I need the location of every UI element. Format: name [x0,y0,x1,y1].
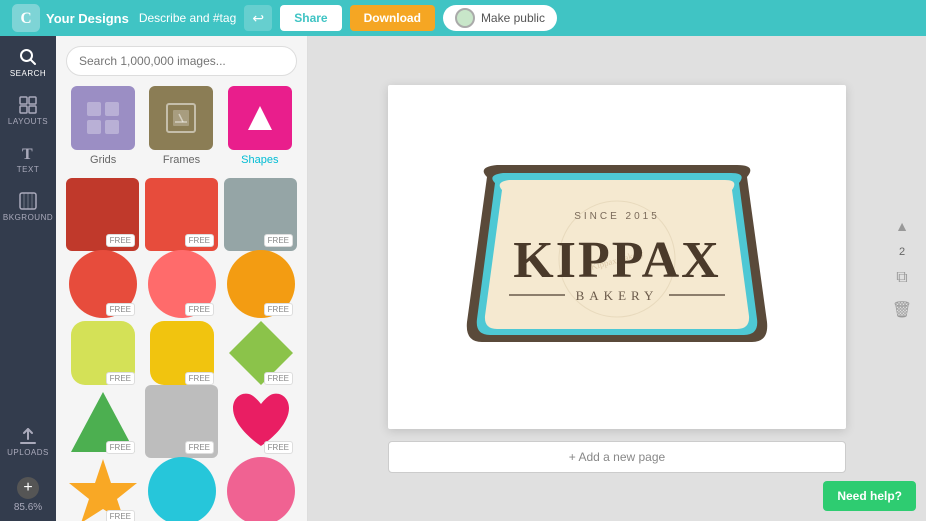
free-badge: FREE [264,234,293,247]
shape-item[interactable]: FREE [145,316,218,389]
text-icon: T [19,144,37,162]
shape-item[interactable]: FREE [145,178,218,251]
free-badge: FREE [185,372,214,385]
shapes-label: Shapes [241,154,278,166]
free-badge: FREE [264,303,293,316]
add-button[interactable]: + [17,477,39,499]
share-button[interactable]: Share [280,5,341,31]
right-tools: ▲ 2 ⧉ 🗑 [890,214,914,322]
free-badge: FREE [185,441,214,454]
canva-logo: C Your Designs [12,4,129,32]
frames-thumbnail [149,86,213,150]
canva-icon: C [12,4,40,32]
make-public-button[interactable]: Make public [443,5,557,31]
add-page-button[interactable]: + Add a new page [388,441,846,473]
shape-item[interactable]: FREE [224,385,297,458]
free-badge: FREE [106,372,135,385]
layouts-icon [19,96,37,114]
svg-text:BAKERY: BAKERY [576,288,659,303]
frames-label: Frames [163,154,200,166]
sidebar-item-text[interactable]: T TEXT [0,136,56,182]
shape-item[interactable]: FREE [145,247,218,320]
sidebar-item-layouts-label: LAYOUTS [8,117,48,126]
search-input[interactable] [66,46,297,76]
search-icon [19,48,37,66]
shape-item[interactable]: FREE [224,316,297,389]
free-badge: FREE [264,372,293,385]
grids-thumbnail [71,86,135,150]
svg-text:C: C [20,10,31,27]
svg-text:SINCE 2015: SINCE 2015 [574,211,660,222]
free-badge: FREE [185,303,214,316]
sidebar-item-layouts[interactable]: LAYOUTS [0,88,56,134]
page-title: Your Designs [46,11,129,26]
topbar-right: Describe and #tag ↩ Share Download Make … [139,5,557,31]
free-badge: FREE [106,510,135,521]
sidebar-item-search-label: SEARCH [10,69,46,78]
shapes-thumbnail [228,86,292,150]
sidebar-item-background-label: BKGROUND [3,213,53,222]
shape-item[interactable] [145,454,218,521]
free-badge: FREE [106,234,135,247]
canvas-frame[interactable]: Kippax Bakery SINCE 2015 KIPPAX BAKERY [388,85,846,429]
search-bar [56,36,307,86]
canvas-area: Kippax Bakery SINCE 2015 KIPPAX BAKERY ▲… [308,36,926,521]
shapes-icon [242,100,278,136]
free-badge: FREE [185,234,214,247]
category-grids[interactable]: Grids [66,86,140,166]
panel: Grids Frames [56,36,308,521]
grids-icon [85,100,121,136]
shape-item[interactable]: FREE [66,454,139,521]
page-number: 2 [899,246,905,258]
shape-item[interactable]: FREE [224,247,297,320]
zoom-control: + 85.6% [14,477,42,513]
sidebar-item-uploads[interactable]: UPLOADS [0,419,56,465]
background-icon [19,192,37,210]
free-badge: FREE [106,441,135,454]
grids-label: Grids [90,154,116,166]
need-help-button[interactable]: Need help? [823,481,916,511]
download-button[interactable]: Download [350,5,435,31]
sidebar-item-text-label: TEXT [17,165,39,174]
shape-item[interactable]: FREE [224,178,297,251]
shapes-grid: FREE FREE FREE FREE FREE [56,174,307,521]
copy-icon[interactable]: ⧉ [890,266,914,290]
free-badge: FREE [264,441,293,454]
topbar: C Your Designs Describe and #tag ↩ Share… [0,0,926,36]
shape-item[interactable] [224,454,297,521]
zoom-level: 85.6% [14,502,42,513]
logo-svg: Kippax Bakery SINCE 2015 KIPPAX BAKERY [447,147,787,367]
avatar [455,8,475,28]
triangle-up-icon[interactable]: ▲ [890,214,914,238]
describe-tag-label: Describe and #tag [139,11,236,25]
frames-icon [163,100,199,136]
undo-button[interactable]: ↩ [244,5,272,31]
sidebar-item-uploads-label: UPLOADS [7,448,49,457]
shape-item[interactable]: FREE [66,316,139,389]
uploads-icon [19,427,37,445]
trash-icon[interactable]: 🗑 [890,298,914,322]
shape-categories: Grids Frames [56,86,307,174]
svg-text:KIPPAX: KIPPAX [513,232,720,289]
free-badge: FREE [106,303,135,316]
shape-item[interactable]: FREE [66,178,139,251]
shape-item[interactable]: FREE [66,247,139,320]
icon-sidebar: SEARCH LAYOUTS T TEXT BKGROUND [0,36,56,521]
shape-item[interactable]: FREE [145,385,218,458]
category-frames[interactable]: Frames [144,86,218,166]
sidebar-item-search[interactable]: SEARCH [0,40,56,86]
svg-text:T: T [22,146,33,162]
circle-shape [146,455,218,521]
main-layout: SEARCH LAYOUTS T TEXT BKGROUND [0,36,926,521]
category-shapes[interactable]: Shapes [223,86,297,166]
circle-shape [225,455,297,521]
shape-item[interactable]: FREE [66,385,139,458]
sidebar-item-background[interactable]: BKGROUND [0,184,56,230]
